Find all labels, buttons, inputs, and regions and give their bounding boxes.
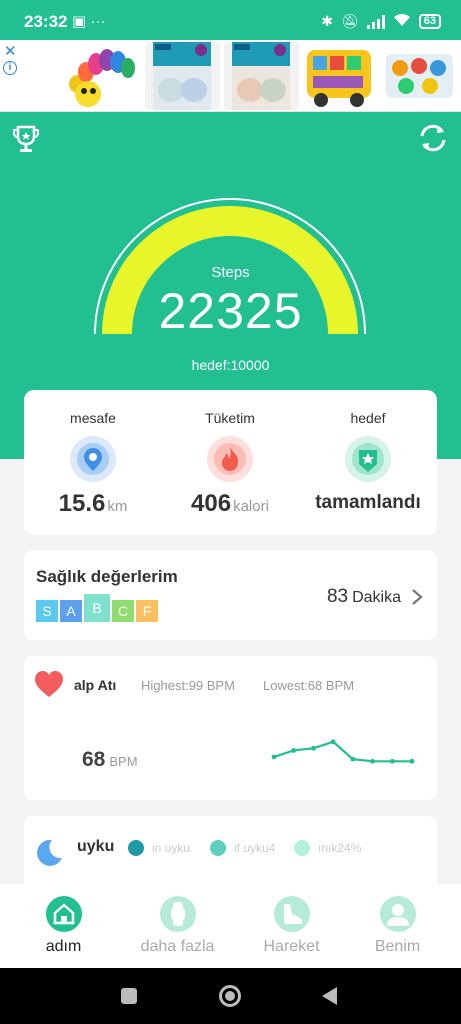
sleep-title: uyku (77, 838, 115, 855)
heart-rate-card[interactable]: alp Atı Highest:99 BPM Lowest:68 BPM 68 B… (24, 656, 437, 800)
ad-banner[interactable]: ✕ i (0, 40, 461, 112)
ad-product-pacifier-blue[interactable] (145, 42, 220, 110)
deep-sleep-legend-dot (128, 840, 144, 856)
badge-star-icon (345, 436, 391, 482)
steps-gauge (94, 198, 366, 335)
heart-icon (35, 671, 63, 697)
grade-c: C (112, 600, 134, 622)
heart-rate-point-4 (350, 756, 356, 762)
calorie-unit: kalori (233, 498, 269, 515)
flame-icon (207, 436, 253, 482)
distance-label: mesafe (70, 410, 116, 426)
wifi-icon (393, 13, 411, 30)
heart-rate-title: alp Atı (74, 677, 117, 693)
refresh-icon[interactable] (417, 122, 449, 154)
heart-rate-point-2 (311, 745, 316, 751)
goal-stat: hedef tamamlandı (299, 390, 437, 514)
location-pin-icon (70, 436, 116, 482)
system-navigation-bar (0, 968, 461, 1024)
steps-label: Steps (211, 264, 250, 281)
tab-activity[interactable]: Hareket (234, 884, 349, 968)
distance-unit: km (107, 498, 128, 515)
heart-rate-point-5 (370, 758, 375, 764)
status-time: 23:32 (24, 12, 68, 31)
calorie-value: 406 (191, 490, 232, 517)
signal-icon (366, 14, 385, 29)
awake-legend: ınık24% (318, 841, 362, 855)
tab-more[interactable]: daha fazla (120, 884, 235, 968)
back-button[interactable] (322, 987, 337, 1005)
grade-a: A (60, 600, 82, 622)
home-icon (45, 896, 82, 932)
steps-goal: hedef:10000 (191, 357, 270, 373)
ad-products[interactable] (66, 42, 457, 110)
heart-rate-unit: BPM (109, 754, 138, 769)
goal-label: hedef (350, 410, 386, 426)
heart-rate-point-1 (291, 748, 297, 753)
tab-activity-label: Hareket (263, 938, 320, 955)
heart-rate-sparkline (271, 739, 415, 764)
trophy-icon[interactable] (12, 124, 40, 154)
heart-rate-value: 68 (82, 748, 106, 771)
bluetooth-icon: ✱ (321, 13, 333, 29)
ad-product-caterpillar-toy[interactable] (66, 42, 141, 110)
ad-close-icon[interactable]: ✕ (4, 42, 17, 60)
heart-rate-lowest: Lowest:68 BPM (263, 678, 355, 693)
health-grade-scale: S A B C F (36, 594, 160, 622)
distance-stat: mesafe 15.6 km (24, 390, 162, 518)
heart-rate-point-3 (330, 739, 336, 745)
heart-rate-highest: Highest:99 BPM (141, 678, 235, 693)
status-notification-icons: ▣ ··· (72, 13, 106, 30)
light-sleep-legend: if uyku4 (234, 841, 276, 855)
daily-stats-card: mesafe 15.6km Tüketim 406kalori hedef (24, 390, 437, 535)
chevron-right-icon[interactable] (411, 588, 423, 606)
tab-profile[interactable]: Benim (340, 884, 455, 968)
shoe-icon (273, 896, 310, 932)
heart-rate-point-6 (389, 758, 395, 764)
health-minutes-unit: Dakika (352, 589, 401, 606)
health-values-card[interactable]: Sağlık değerlerim S A B C F 83 Dakika (24, 550, 437, 640)
grade-s: S (36, 600, 58, 622)
bottom-navigation: adım daha fazla Hareket Benim (0, 884, 461, 968)
ad-product-toy-bus[interactable] (303, 42, 378, 110)
ad-info-icon[interactable]: i (3, 61, 17, 75)
moon-icon (37, 839, 62, 866)
calorie-stat: Tüketim 406 kalori (161, 390, 299, 518)
grade-b-active: B (84, 594, 110, 622)
status-right-icons: ✱ 🔕︎ 63 (321, 13, 441, 30)
steps-count: 22325 (158, 283, 303, 339)
recent-apps-button[interactable] (121, 988, 137, 1004)
tab-profile-label: Benim (374, 938, 421, 955)
deep-sleep-legend: in uyku (152, 841, 191, 855)
health-minutes-value: 83 (326, 586, 349, 607)
status-bar: 23:32 ▣ ··· ✱ 🔕︎ 63 (0, 0, 461, 40)
tab-steps[interactable]: adım (6, 884, 121, 968)
watch-icon (159, 896, 196, 932)
heart-rate-point-7 (409, 758, 415, 764)
grade-f: F (136, 600, 158, 622)
battery-icon: 63 (418, 14, 441, 29)
home-button[interactable] (219, 985, 241, 1007)
mute-icon: 🔕︎ (340, 13, 359, 29)
user-icon (379, 896, 416, 932)
goal-status: tamamlandı (315, 492, 421, 513)
ad-product-animal-puzzle[interactable] (382, 42, 457, 110)
tab-more-label: daha fazla (140, 938, 215, 955)
calorie-label: Tüketim (205, 410, 255, 426)
ad-product-pacifier-beige[interactable] (224, 42, 299, 110)
heart-rate-current: 68 BPM (82, 748, 138, 772)
heart-rate-point-0 (271, 754, 277, 760)
distance-value: 15.6 (58, 490, 106, 517)
health-minutes: 83 Dakika (327, 586, 401, 608)
awake-legend-dot (294, 840, 310, 856)
tab-steps-label: adım (45, 938, 82, 955)
light-sleep-legend-dot (210, 840, 226, 856)
health-title: Sağlık değerlerim (36, 567, 178, 586)
